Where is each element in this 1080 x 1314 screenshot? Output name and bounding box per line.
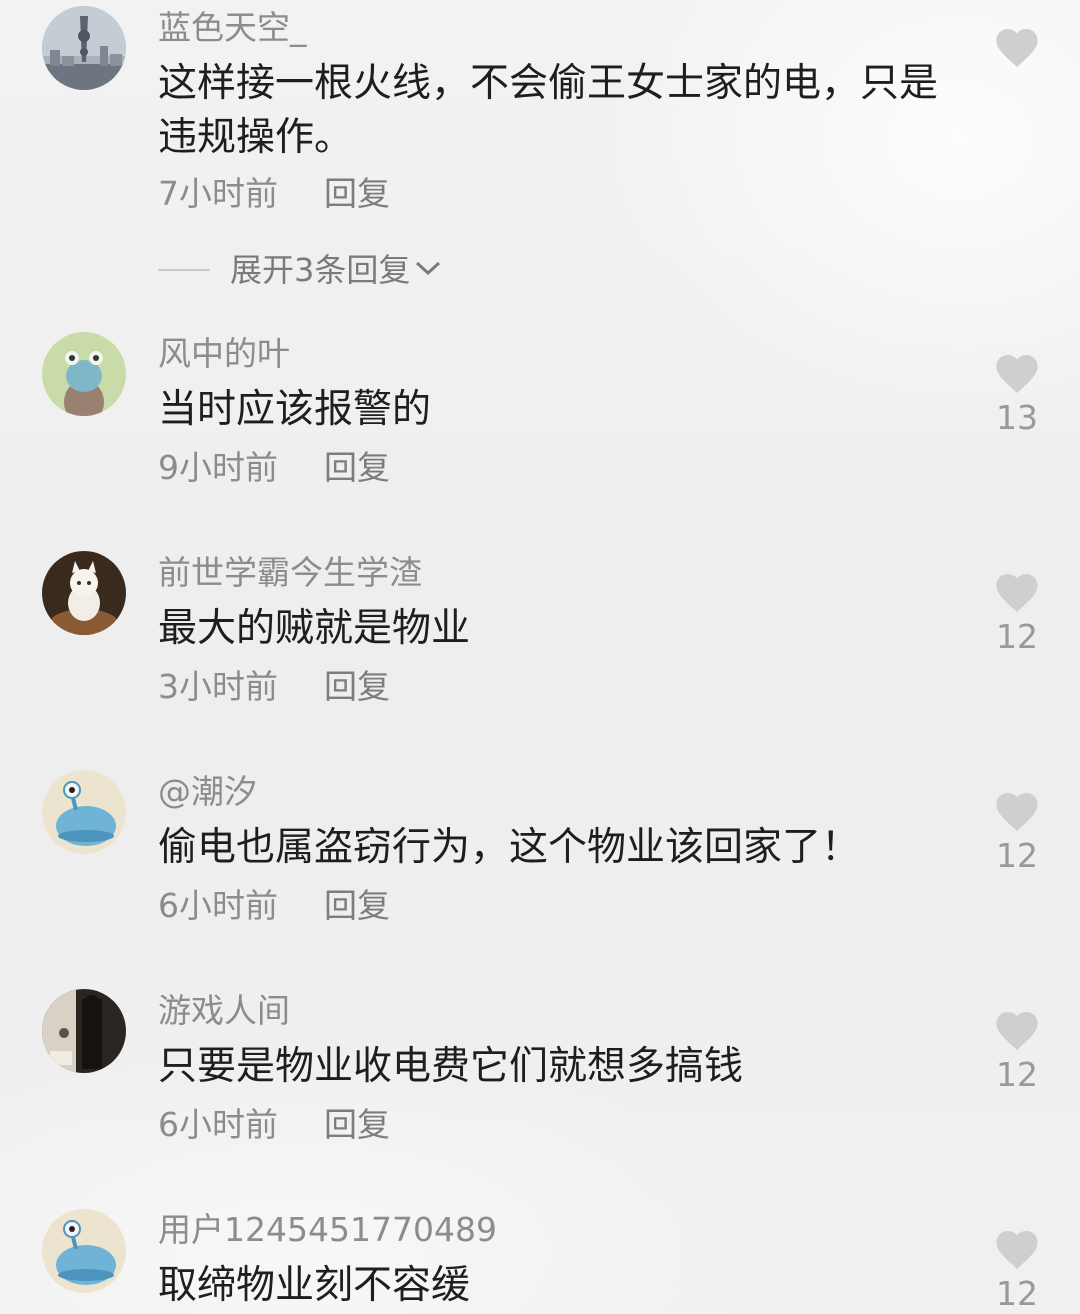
comment-text: 只要是物业收电费它们就想多搞钱: [158, 1044, 744, 1089]
heart-icon: [996, 1012, 1038, 1050]
comment-time: 9小时前: [158, 448, 278, 487]
like-button[interactable]: [980, 26, 1054, 68]
avatar[interactable]: [42, 551, 126, 635]
comment-meta: 6小时前 回复: [158, 886, 390, 926]
like-count: 12: [996, 617, 1038, 656]
comment-time: 7小时前: [158, 174, 278, 213]
avatar[interactable]: [42, 770, 126, 854]
like-button[interactable]: 12: [980, 790, 1054, 876]
comment-username[interactable]: 前世学霸今生学渣: [158, 553, 422, 593]
reply-button[interactable]: 回复: [324, 174, 390, 214]
comment-time: 3小时前: [158, 667, 278, 706]
expand-replies-label: 展开3条回复: [230, 251, 411, 289]
heart-icon: [996, 574, 1038, 612]
comment-time: 6小时前: [158, 1105, 278, 1144]
avatar[interactable]: [42, 332, 126, 416]
heart-icon: [996, 29, 1038, 67]
like-button[interactable]: 12: [980, 1228, 1054, 1314]
heart-icon: [996, 355, 1038, 393]
comment-meta: 3小时前 回复: [158, 667, 390, 707]
comment-text: 当时应该报警的: [158, 387, 432, 432]
avatar[interactable]: [42, 989, 126, 1073]
like-button[interactable]: 12: [980, 571, 1054, 657]
avatar[interactable]: [42, 1209, 126, 1293]
reply-button[interactable]: 回复: [324, 886, 390, 926]
chevron-down-icon: [414, 258, 442, 282]
comment-meta: 7小时前 回复: [158, 174, 390, 214]
comment-username[interactable]: 风中的叶: [158, 334, 290, 374]
comment-time: 6小时前: [158, 886, 278, 925]
like-count: 12: [996, 836, 1038, 875]
avatar[interactable]: [42, 6, 126, 90]
comment-username[interactable]: @潮汐: [158, 772, 257, 812]
like-count: 12: [996, 1055, 1038, 1094]
like-count: 13: [996, 398, 1038, 437]
comment-username[interactable]: 游戏人间: [158, 991, 290, 1031]
comment-text: 取缔物业刻不容缓: [158, 1263, 471, 1308]
comment-meta: 6小时前 回复: [158, 1105, 390, 1145]
divider-line: [158, 269, 210, 271]
like-button[interactable]: 12: [980, 1009, 1054, 1095]
comment-username[interactable]: 蓝色天空_: [158, 8, 307, 48]
expand-replies[interactable]: 展开3条回复: [158, 250, 442, 290]
comment-meta: 9小时前 回复: [158, 448, 390, 488]
comment-text: 这样接一根火线，不会偷王女士家的电，只是违规操作。: [158, 61, 939, 160]
comment-text: 偷电也属盗窃行为，这个物业该回家了！: [158, 825, 861, 870]
reply-button[interactable]: 回复: [324, 667, 390, 707]
comment-text: 最大的贼就是物业: [158, 606, 471, 651]
comment-username[interactable]: 用户1245451770489: [158, 1210, 497, 1250]
like-button[interactable]: 13: [980, 352, 1054, 438]
like-count: 12: [996, 1274, 1038, 1313]
reply-button[interactable]: 回复: [324, 448, 390, 488]
heart-icon: [996, 793, 1038, 831]
heart-icon: [996, 1231, 1038, 1269]
reply-button[interactable]: 回复: [324, 1105, 390, 1145]
